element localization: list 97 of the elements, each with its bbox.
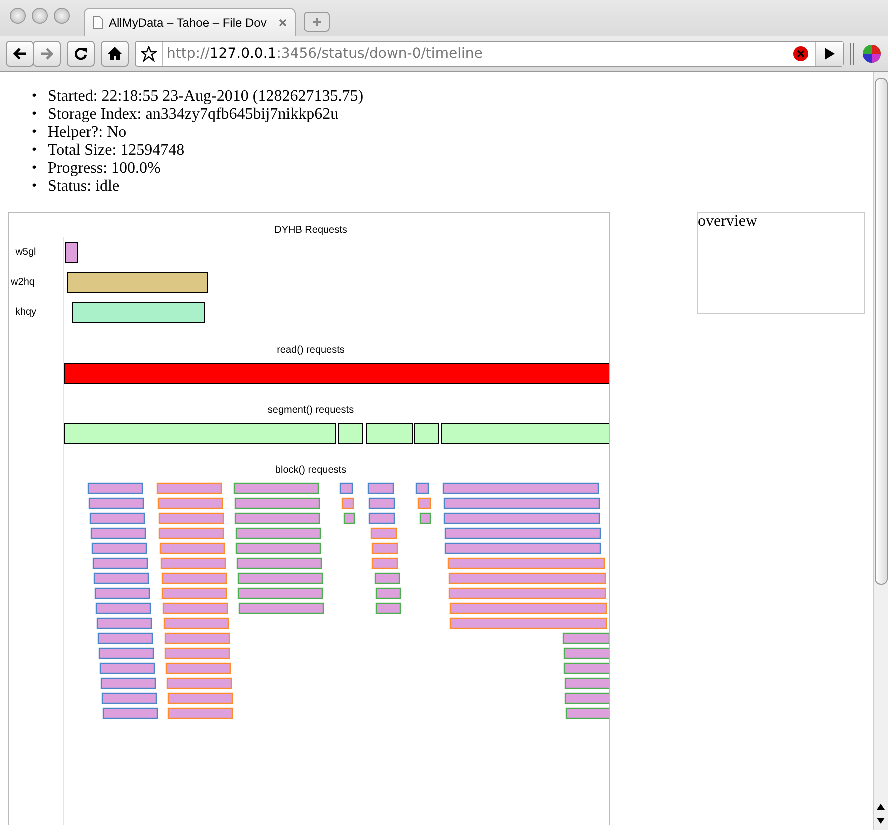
chart-title: read() requests [277, 345, 345, 356]
browser-tab[interactable]: AllMyData – Tahoe – File Dov [84, 8, 296, 36]
block-bar [96, 602, 152, 614]
info-item: Progress: 100.0% [48, 160, 161, 178]
block-bar [158, 512, 224, 524]
block-bar [164, 648, 230, 660]
star-icon[interactable] [141, 46, 157, 62]
block-bar [92, 558, 148, 570]
block-bar [342, 498, 354, 510]
block-bar [164, 618, 230, 630]
block-bar [374, 572, 400, 584]
block-bar [566, 708, 609, 720]
chart-title: segment() requests [268, 405, 354, 416]
block-bar [564, 648, 609, 660]
block-bar [166, 678, 232, 690]
back-arrow-icon [13, 46, 27, 60]
block-bar [162, 588, 228, 600]
back-button[interactable] [6, 40, 34, 66]
reload-button[interactable] [67, 40, 95, 66]
info-item: Helper?: No [48, 124, 127, 142]
block-bar [368, 498, 396, 510]
scroll-thumb[interactable] [874, 78, 888, 585]
block-bar [158, 498, 224, 510]
block-bar [98, 632, 154, 644]
block-bar [370, 528, 398, 540]
toolbar-separator-icon [850, 42, 856, 64]
bullet: • [32, 88, 38, 106]
block-bar [88, 498, 144, 510]
bullet: • [32, 106, 38, 124]
bullet: • [32, 160, 38, 178]
block-bar [102, 708, 158, 720]
scroll-up-icon[interactable] [877, 804, 885, 810]
block-bar [340, 482, 354, 494]
block-bar [168, 708, 234, 720]
home-icon [107, 46, 123, 61]
segment-bar [338, 423, 363, 444]
bullet: • [32, 178, 38, 196]
block-bar [416, 482, 430, 494]
block-bar [562, 632, 609, 644]
extension-icon[interactable] [862, 44, 882, 64]
block-bar [88, 482, 144, 494]
block-bar [564, 662, 609, 674]
block-bar [160, 542, 226, 554]
info-item: Status: idle [48, 178, 120, 196]
info-item: Started: 22:18:55 23-Aug-2010 (1282627135.75) [48, 88, 364, 106]
block-bar [564, 692, 609, 704]
block-bar [162, 572, 228, 584]
server-label: w5gl [16, 247, 36, 258]
block-bar [158, 528, 224, 540]
block-bar [96, 618, 152, 630]
home-button[interactable] [101, 40, 129, 66]
block-bar [94, 572, 150, 584]
block-bar [164, 632, 230, 644]
bullet: • [32, 142, 38, 160]
block-bar [90, 512, 146, 524]
block-bar [94, 588, 150, 600]
go-button[interactable] [815, 42, 843, 66]
chart-title: block() requests [275, 465, 347, 476]
new-tab-button[interactable] [304, 12, 330, 32]
forward-arrow-icon [40, 46, 54, 60]
overview-title: overview [698, 213, 758, 230]
block-bar [162, 602, 228, 614]
reload-icon [74, 46, 88, 60]
server-label: khqy [15, 307, 37, 318]
chart-title: DYHB Requests [274, 225, 348, 236]
block-bar [372, 558, 398, 570]
block-bar [160, 558, 226, 570]
block-bar [168, 692, 234, 704]
block-bar [368, 512, 396, 524]
block-bar [418, 498, 432, 510]
block-bar [564, 678, 609, 690]
block-bar [90, 528, 146, 540]
block-bar [156, 482, 222, 494]
play-icon [824, 48, 834, 60]
scroll-down-icon[interactable] [877, 818, 885, 824]
plus-icon [312, 17, 322, 27]
block-bar [100, 662, 156, 674]
block-bar [376, 588, 402, 600]
block-bar [166, 662, 232, 674]
page-icon [93, 16, 103, 29]
block-bar [420, 512, 432, 524]
block-bar [376, 602, 402, 614]
block-bar [100, 678, 156, 690]
stop-icon[interactable] [793, 46, 809, 62]
address-field[interactable]: http://127.0.0.1:3456/status/down-0/timeline [135, 40, 844, 66]
block-bar [102, 692, 158, 704]
info-item: Storage Index: an334zy7qfb645bij7nikkp62u [48, 106, 339, 124]
close-icon[interactable] [279, 18, 287, 26]
server-label: w2hq [11, 277, 35, 288]
info-item: Total Size: 12594748 [48, 142, 185, 160]
block-bar [92, 542, 148, 554]
block-bar [368, 482, 394, 494]
bullet: • [32, 124, 38, 142]
block-bar [344, 512, 356, 524]
block-bar [98, 648, 154, 660]
block-bar [372, 542, 398, 554]
scrollbar[interactable] [873, 72, 888, 830]
